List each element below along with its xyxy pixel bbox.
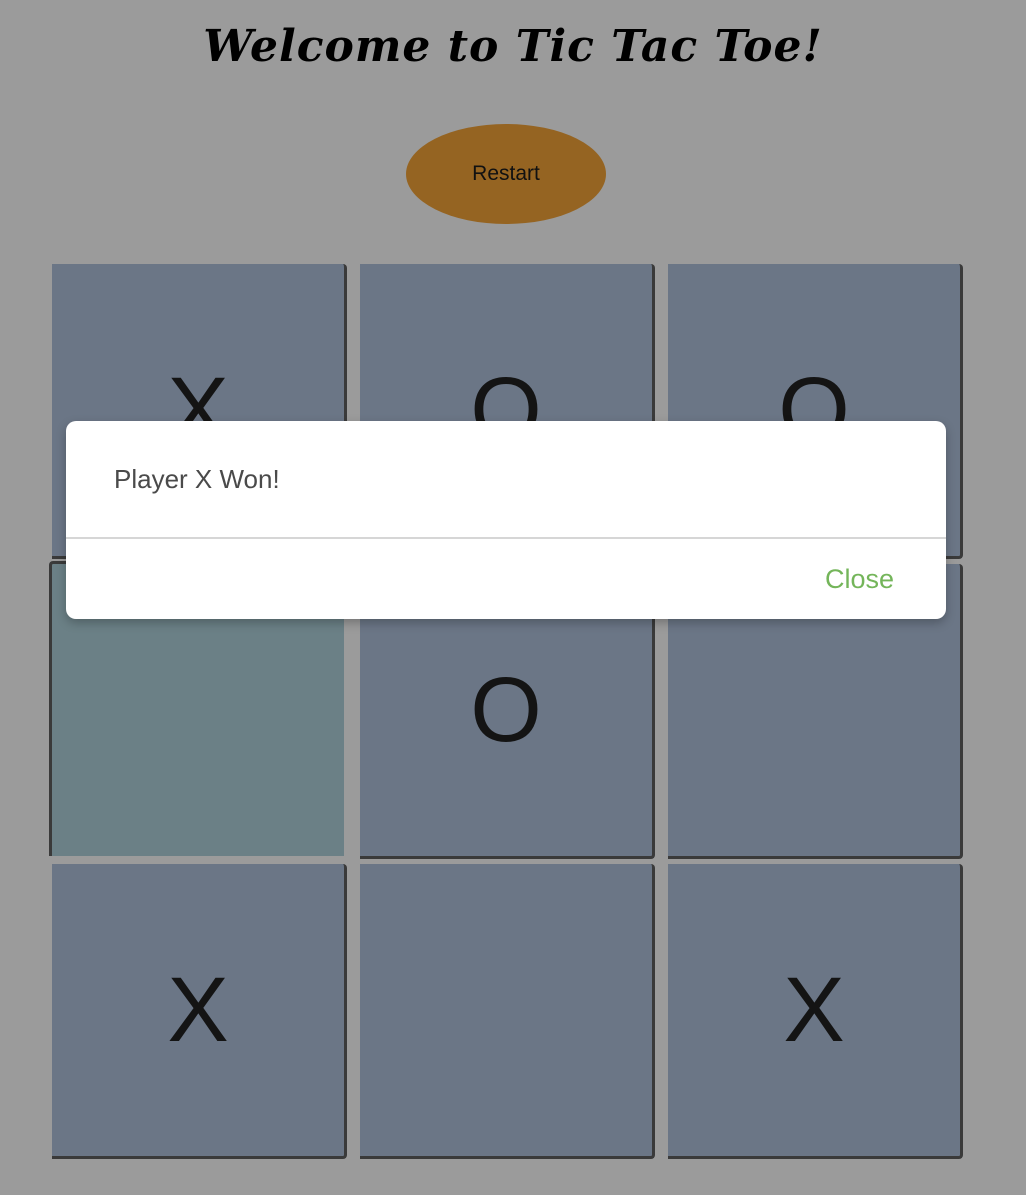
dialog-body: Player X Won! [66,421,946,539]
winner-message: Player X Won! [114,463,280,494]
board-cell-9[interactable]: X [668,864,963,1159]
dialog-footer: Close [66,539,946,619]
board-cell-7[interactable]: X [52,864,347,1159]
board-cell-8[interactable] [360,864,655,1159]
winner-dialog: Player X Won! Close [66,421,946,619]
restart-button[interactable]: Restart [406,124,606,224]
page-title: Welcome to Tic Tac Toe! [203,21,823,72]
close-button[interactable]: Close [825,564,894,595]
